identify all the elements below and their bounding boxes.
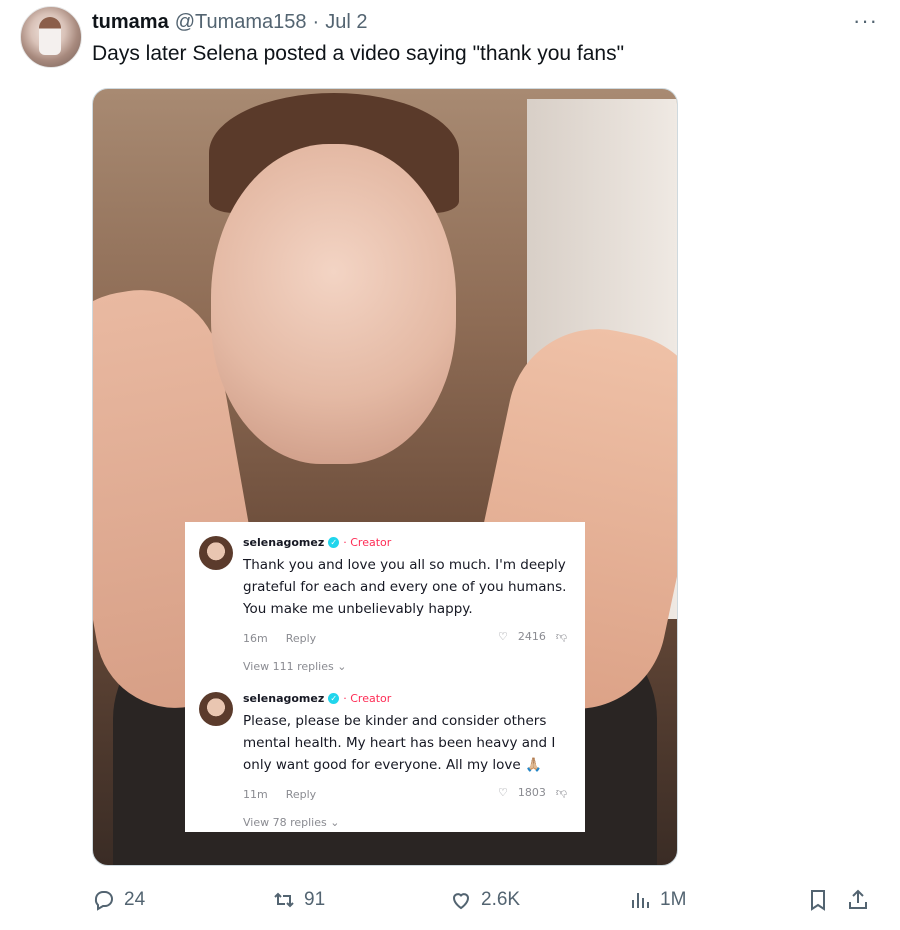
- comment-avatar: [199, 692, 233, 726]
- comment-like-count: 1803: [517, 786, 546, 799]
- dislike-icon: 👎︎: [555, 630, 567, 643]
- retweet-icon: [274, 892, 294, 908]
- comment-header: selenagomez ✓ · Creator: [243, 692, 391, 705]
- heart-outline-icon: ♡: [497, 786, 508, 799]
- comment-reply: Reply: [285, 632, 317, 645]
- comment-text: Please, please be kinder and consider ot…: [243, 713, 556, 773]
- comment-time: 11m: [243, 788, 268, 801]
- heart-icon: [452, 893, 470, 910]
- tweet-text: Days later Selena posted a video saying …: [92, 42, 625, 65]
- share-button[interactable]: [846, 884, 870, 916]
- comment-avatar: [199, 536, 233, 570]
- views-icon: [632, 893, 649, 908]
- retweet-button[interactable]: 91: [272, 884, 325, 916]
- creator-label: · Creator: [343, 536, 392, 549]
- view-replies: View 78 replies ⌄: [243, 816, 340, 829]
- reply-icon: [94, 891, 113, 911]
- view-replies: View 111 replies ⌄: [243, 660, 347, 673]
- comment-username: selenagomez: [243, 692, 325, 705]
- creator-label: · Creator: [343, 692, 392, 705]
- user-handle[interactable]: @Tumama158: [175, 11, 307, 34]
- verified-icon: ✓: [328, 693, 340, 704]
- reply-button[interactable]: 24: [92, 884, 145, 916]
- comment-likes: ♡ 1803 👎︎: [498, 786, 567, 799]
- comment-time: 16m: [243, 632, 268, 645]
- photo-face: [211, 144, 456, 464]
- tweet-media[interactable]: selenagomez ✓ · Creator Thank you and lo…: [92, 88, 678, 866]
- more-options-icon[interactable]: ···: [853, 8, 878, 34]
- tweet-header: tumama @Tumama158 · Jul 2: [92, 8, 367, 36]
- like-count: 2.6K: [481, 889, 521, 910]
- view-count: 1M: [660, 889, 687, 910]
- comment-like-count: 2416: [517, 630, 546, 643]
- comment-meta: 16m Reply: [243, 632, 316, 645]
- comment-text: Thank you and love you all so much. I'm …: [243, 557, 567, 617]
- comment-reply: Reply: [285, 788, 317, 801]
- comment-card: selenagomez ✓ · Creator Thank you and lo…: [185, 522, 585, 832]
- heart-outline-icon: ♡: [497, 630, 508, 643]
- separator: ·: [312, 10, 320, 33]
- bookmark-icon: [811, 890, 825, 911]
- comment-username: selenagomez: [243, 536, 325, 549]
- comment-header: selenagomez ✓ · Creator: [243, 536, 391, 549]
- dislike-icon: 👎︎: [555, 786, 567, 799]
- display-name[interactable]: tumama: [92, 11, 169, 34]
- tweet-actions: 24 91 2.6K 1M: [92, 884, 882, 916]
- like-button[interactable]: 2.6K: [449, 884, 520, 916]
- retweet-count: 91: [304, 889, 326, 910]
- views-button[interactable]: 1M: [628, 884, 686, 916]
- tweet-date[interactable]: Jul 2: [325, 11, 367, 34]
- reply-count: 24: [124, 889, 146, 910]
- share-icon: [849, 889, 867, 909]
- comment-meta: 11m Reply: [243, 788, 316, 801]
- user-avatar[interactable]: [20, 6, 82, 68]
- comment-likes: ♡ 2416 👎︎: [498, 630, 567, 643]
- verified-icon: ✓: [328, 537, 340, 548]
- bookmark-button[interactable]: [806, 884, 830, 916]
